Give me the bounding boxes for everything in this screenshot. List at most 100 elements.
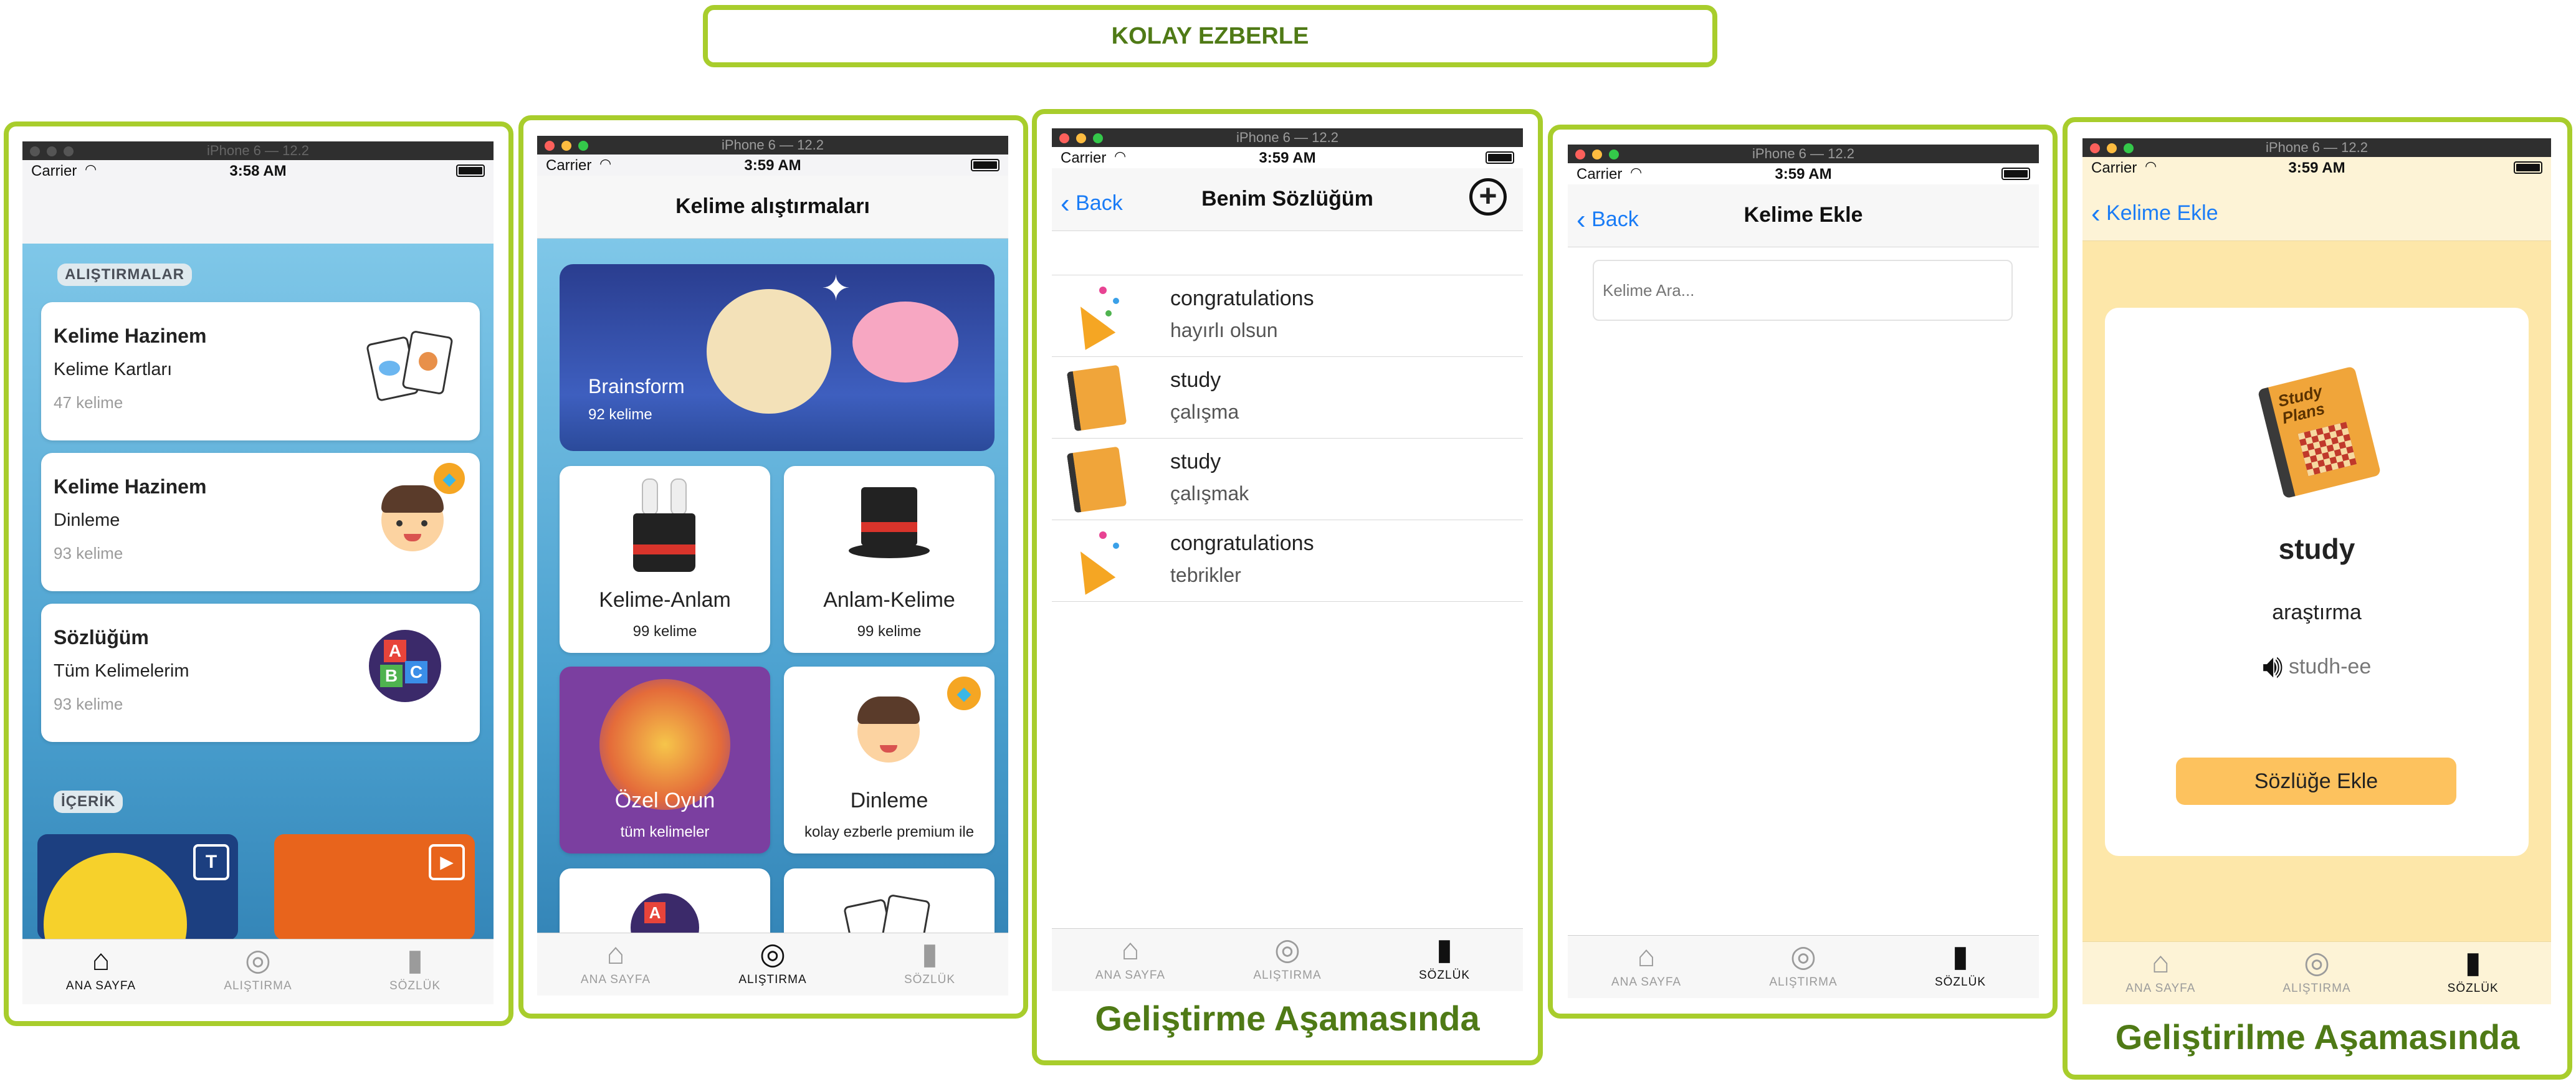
tab-label: SÖZLÜK bbox=[1934, 976, 1987, 989]
tab-label: SÖZLÜK bbox=[2447, 982, 2499, 995]
book-icon: ▮ bbox=[921, 938, 938, 971]
tab-home[interactable]: ⌂ ANA SAYFA bbox=[537, 933, 694, 996]
content-thumbnail-halloween[interactable]: T bbox=[37, 834, 238, 940]
tab-label: ALIŞTIRMA bbox=[224, 979, 292, 992]
practice-tile[interactable]: Özel Oyun tüm kelimeler bbox=[560, 667, 770, 853]
moon-icon bbox=[44, 853, 187, 940]
clock: 3:59 AM bbox=[744, 157, 801, 174]
card-subtitle: Dinleme bbox=[54, 510, 120, 530]
tab-practice[interactable]: ◎ ALIŞTIRMA bbox=[1209, 929, 1366, 991]
window-titlebar: iPhone 6 — 12.2 bbox=[1052, 128, 1523, 147]
app-header: KOLAY EZBERLE bbox=[703, 5, 1717, 67]
dictionary-row[interactable]: congratulations hayırlı olsun bbox=[1052, 275, 1523, 357]
tab-bar: ⌂ ANA SAYFA ◎ ALIŞTIRMA ▮ SÖZLÜK bbox=[22, 939, 494, 1004]
tab-practice[interactable]: ◎ ALIŞTIRMA bbox=[179, 939, 336, 1004]
tab-home[interactable]: ⌂ ANA SAYFA bbox=[2082, 942, 2239, 1004]
content-thumbnail-video[interactable]: ▶ bbox=[274, 834, 475, 940]
add-word-button[interactable]: + bbox=[1469, 178, 1507, 216]
target-icon: ◎ bbox=[1790, 940, 1816, 973]
exercise-card[interactable]: Sözlüğüm Tüm Kelimelerim 93 kelime A B C bbox=[41, 604, 480, 742]
tab-label: ALIŞTIRMA bbox=[2283, 982, 2351, 995]
window-title: iPhone 6 — 12.2 bbox=[1752, 146, 1854, 161]
tab-practice[interactable]: ◎ ALIŞTIRMA bbox=[2239, 942, 2395, 1004]
nav-area bbox=[22, 181, 494, 244]
magic-hat-icon bbox=[849, 487, 930, 568]
section-label-exercises: ALIŞTIRMALAR bbox=[57, 264, 192, 286]
status-bar: Carrier ◠ 3:59 AM bbox=[537, 155, 1008, 176]
tab-home[interactable]: ⌂ ANA SAYFA bbox=[22, 939, 179, 1004]
exercise-card[interactable]: Kelime Hazinem Kelime Kartları 47 kelime bbox=[41, 302, 480, 440]
exercise-card[interactable]: Kelime Hazinem Dinleme 93 kelime ◆ bbox=[41, 453, 480, 591]
back-label: Kelime Ekle bbox=[2106, 201, 2218, 225]
speaker-icon[interactable]: 🔊︎ bbox=[2263, 649, 2283, 685]
banner-title: Brainsform bbox=[588, 375, 685, 397]
tile-subtitle: kolay ezberle premium ile bbox=[804, 824, 975, 840]
dictionary-row[interactable]: study çalışmak bbox=[1052, 439, 1523, 520]
caption-being-developed: Geliştirilme Aşamasında bbox=[2115, 1017, 2520, 1057]
add-to-dictionary-button[interactable]: Sözlüğe Ekle bbox=[2176, 758, 2456, 805]
banner-count: 92 kelime bbox=[588, 406, 652, 423]
tab-dictionary[interactable]: ▮ SÖZLÜK bbox=[2395, 942, 2551, 1004]
tile-subtitle: 99 kelime bbox=[857, 623, 922, 640]
card-title: Kelime Hazinem bbox=[54, 475, 207, 498]
book-icon: ▮ bbox=[2464, 946, 2481, 979]
card-count: 93 kelime bbox=[54, 695, 123, 713]
home-icon: ⌂ bbox=[1121, 933, 1140, 966]
tile-subtitle: 99 kelime bbox=[632, 623, 697, 640]
tab-label: ALIŞTIRMA bbox=[738, 973, 807, 986]
tab-dictionary[interactable]: ▮ SÖZLÜK bbox=[1366, 929, 1523, 991]
row-word: congratulations bbox=[1170, 287, 1314, 310]
listening-boy-icon bbox=[851, 689, 926, 764]
practice-tile[interactable]: Anlam-Kelime 99 kelime bbox=[784, 466, 995, 653]
book-icon: ▮ bbox=[406, 944, 424, 977]
clock: 3:59 AM bbox=[1775, 166, 1832, 183]
home-icon: ⌂ bbox=[1637, 940, 1656, 973]
home-icon: ⌂ bbox=[2151, 946, 2170, 979]
tile-title: Kelime-Anlam bbox=[599, 588, 731, 612]
search-spacer bbox=[1052, 231, 1523, 275]
brainstorm-banner[interactable]: ✦ Brainsform 92 kelime bbox=[560, 264, 995, 451]
dictionary-row[interactable]: study çalışma bbox=[1052, 357, 1523, 439]
dictionary-row[interactable]: congratulations tebrikler bbox=[1052, 520, 1523, 602]
pronunciation-row[interactable]: 🔊︎ studh-ee bbox=[2105, 648, 2529, 686]
card-count: 93 kelime bbox=[54, 544, 123, 563]
tab-dictionary[interactable]: ▮ SÖZLÜK bbox=[851, 933, 1008, 996]
pronunciation-text: studh-ee bbox=[2288, 655, 2372, 678]
page-title: Benim Sözlüğüm bbox=[1201, 187, 1373, 211]
back-button[interactable]: ‹ Kelime Ekle bbox=[2091, 196, 2218, 229]
word-title: study bbox=[2278, 533, 2355, 565]
word-search-input[interactable] bbox=[1593, 260, 2013, 321]
tab-label: SÖZLÜK bbox=[904, 973, 956, 986]
tab-dictionary[interactable]: ▮ SÖZLÜK bbox=[336, 939, 494, 1004]
screen-dictionary: iPhone 6 — 12.2 Carrier ◠ 3:59 AM ‹ Back… bbox=[1052, 128, 1523, 991]
tab-practice[interactable]: ◎ ALIŞTIRMA bbox=[694, 933, 851, 996]
window-title: iPhone 6 — 12.2 bbox=[2266, 140, 2368, 155]
tab-dictionary[interactable]: ▮ SÖZLÜK bbox=[1882, 936, 2039, 998]
tab-home[interactable]: ⌂ ANA SAYFA bbox=[1052, 929, 1209, 991]
tab-practice[interactable]: ◎ ALIŞTIRMA bbox=[1725, 936, 1882, 998]
window-title: iPhone 6 — 12.2 bbox=[722, 137, 824, 153]
status-bar: Carrier ◠ 3:58 AM bbox=[22, 160, 494, 181]
practice-tile[interactable]: Kelime-Anlam 99 kelime bbox=[560, 466, 770, 653]
play-icon: ▶ bbox=[429, 844, 465, 880]
row-meaning: hayırlı olsun bbox=[1170, 319, 1278, 341]
nav-bar: ‹ Back Benim Sözlüğüm + bbox=[1052, 168, 1523, 231]
tab-home[interactable]: ⌂ ANA SAYFA bbox=[1568, 936, 1725, 998]
study-book-icon bbox=[1066, 446, 1127, 513]
practice-tile[interactable]: ◆ Dinleme kolay ezberle premium ile bbox=[784, 667, 995, 853]
window-titlebar: iPhone 6 — 12.2 bbox=[1568, 145, 2039, 163]
tab-bar: ⌂ ANA SAYFA ◎ ALIŞTIRMA ▮ SÖZLÜK bbox=[537, 933, 1008, 996]
screen-add-word: iPhone 6 — 12.2 Carrier ◠ 3:59 AM ‹ Back… bbox=[1568, 145, 2039, 998]
card-title: Sözlüğüm bbox=[54, 626, 149, 649]
battery-icon bbox=[2514, 161, 2542, 174]
row-word: study bbox=[1170, 368, 1221, 392]
app-title: KOLAY EZBERLE bbox=[1111, 22, 1309, 49]
text-icon: T bbox=[193, 844, 229, 880]
tab-label: ANA SAYFA bbox=[1095, 969, 1166, 982]
home-icon: ⌂ bbox=[606, 938, 625, 971]
target-icon: ◎ bbox=[2304, 946, 2330, 979]
screen-practice: iPhone 6 — 12.2 Carrier ◠ 3:59 AM Kelime… bbox=[537, 136, 1008, 996]
add-button-label: Sözlüğe Ekle bbox=[2254, 769, 2378, 793]
word-card: Study Plans study araştırma 🔊︎ studh-ee … bbox=[2105, 308, 2529, 856]
clock: 3:59 AM bbox=[1259, 150, 1316, 166]
